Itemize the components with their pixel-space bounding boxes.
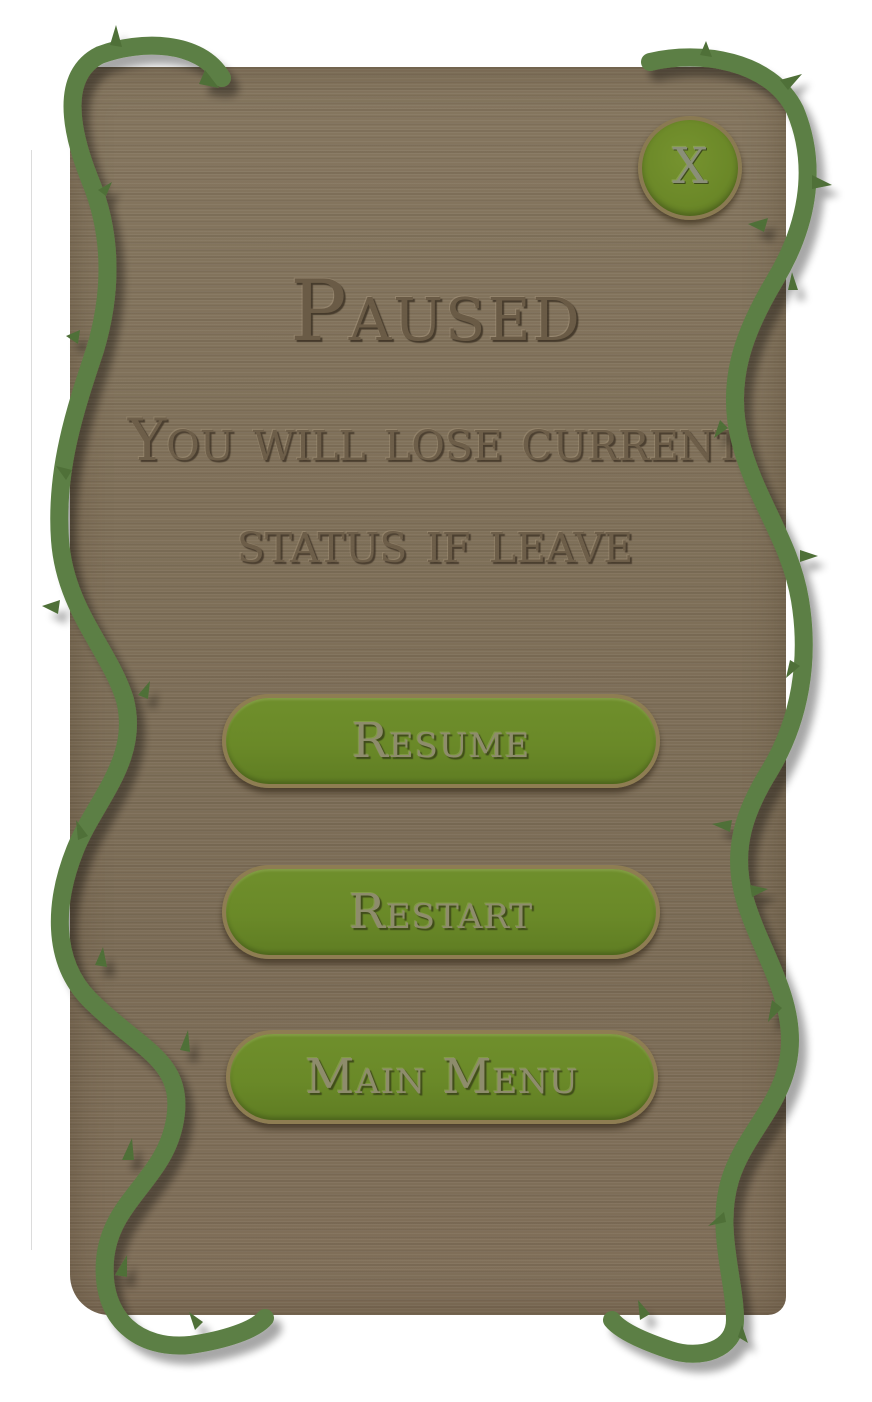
- close-button[interactable]: X: [638, 116, 742, 220]
- restart-button[interactable]: Restart: [222, 865, 660, 959]
- wooden-panel: [70, 67, 786, 1315]
- warning-message-line-1: You will lose current: [127, 406, 743, 474]
- pause-screen: Paused You will lose current status if l…: [0, 0, 872, 1402]
- pause-title: Paused: [290, 262, 582, 360]
- resume-button-label: Resume: [351, 713, 531, 769]
- warning-message-line-2: status if leave: [236, 508, 634, 576]
- main-menu-button[interactable]: Main Menu: [226, 1030, 658, 1124]
- close-icon: X: [672, 137, 708, 195]
- restart-button-label: Restart: [348, 884, 534, 940]
- resume-button[interactable]: Resume: [222, 694, 660, 788]
- main-menu-button-label: Main Menu: [305, 1049, 579, 1105]
